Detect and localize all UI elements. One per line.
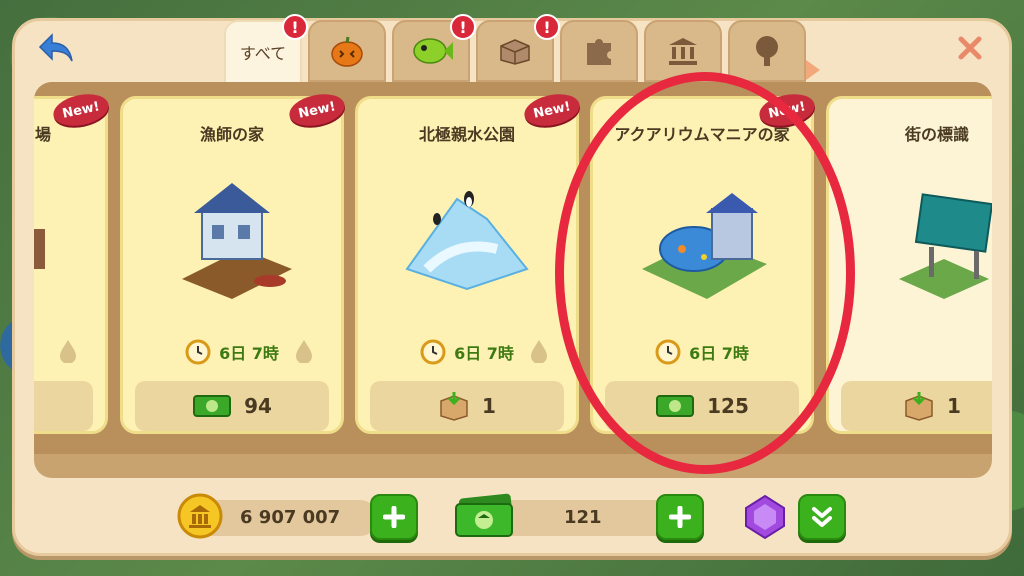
clock-icon	[420, 339, 446, 365]
box-icon	[500, 39, 530, 65]
back-arrow-icon	[38, 33, 73, 62]
fish-icon	[413, 38, 453, 64]
plus-icon	[383, 506, 405, 528]
price-value: 1	[947, 394, 961, 418]
fisherman-house-illustration	[182, 183, 292, 299]
item-card[interactable]: 漁師の家 New! 6日 7時 94	[120, 89, 348, 434]
town-sign-illustration	[899, 193, 992, 299]
tab-aquatic[interactable]: !	[392, 14, 476, 82]
water-drop-icon	[60, 340, 76, 363]
pumpkin-icon	[331, 36, 363, 67]
cash-stack-icon	[455, 493, 514, 537]
gem-icon	[745, 494, 785, 540]
crate-icon	[905, 392, 933, 421]
cash-icon	[193, 395, 232, 417]
item-name: 街の標識	[905, 125, 970, 144]
alert-badge: !	[282, 14, 308, 40]
expand-resources-button[interactable]	[798, 494, 846, 540]
tabs-scroll-right-arrow[interactable]	[806, 60, 820, 80]
price-box	[34, 381, 93, 431]
back-button[interactable]	[32, 28, 80, 68]
tab-halloween[interactable]	[308, 20, 386, 82]
cash-value: 121	[564, 507, 602, 528]
add-cash-button[interactable]	[656, 494, 704, 540]
water-drop-icon	[531, 340, 547, 363]
build-time-text: 6日 7時	[219, 344, 279, 363]
close-x-icon	[958, 36, 982, 60]
item-card[interactable]: 場 New!	[34, 89, 112, 434]
bank-icon	[669, 38, 697, 65]
alert-badge: !	[534, 14, 560, 40]
tab-packages[interactable]: !	[476, 14, 560, 82]
resource-bar: 6 907 007 121	[0, 490, 1024, 546]
price-value: 1	[482, 394, 496, 418]
add-coins-button[interactable]	[370, 494, 418, 540]
price-box: 94	[135, 381, 329, 431]
price-box: 1	[841, 381, 992, 431]
item-card[interactable]: 北極親水公園 New! 6日 7時 1	[355, 89, 583, 434]
tab-all[interactable]: すべて !	[224, 14, 308, 84]
water-drop-icon	[296, 340, 312, 363]
tree-icon	[756, 36, 778, 66]
coins-value: 6 907 007	[240, 507, 341, 528]
double-chevron-down-icon	[812, 507, 832, 527]
coin-icon	[177, 493, 223, 539]
highlight-circle	[555, 72, 855, 474]
tab-all-label: すべて	[239, 44, 287, 63]
price-value: 94	[244, 394, 272, 418]
tab-trees[interactable]	[728, 20, 806, 82]
alert-badge: !	[450, 14, 476, 40]
tab-puzzle[interactable]	[560, 20, 638, 82]
cash-counter: 121	[490, 500, 680, 536]
clock-icon	[185, 339, 211, 365]
close-button[interactable]	[950, 28, 990, 68]
crate-icon	[440, 392, 468, 421]
price-box: 1	[370, 381, 564, 431]
puzzle-icon	[587, 39, 611, 65]
arctic-park-illustration	[405, 191, 529, 291]
plus-icon	[669, 506, 691, 528]
build-time-text: 6日 7時	[454, 344, 514, 363]
